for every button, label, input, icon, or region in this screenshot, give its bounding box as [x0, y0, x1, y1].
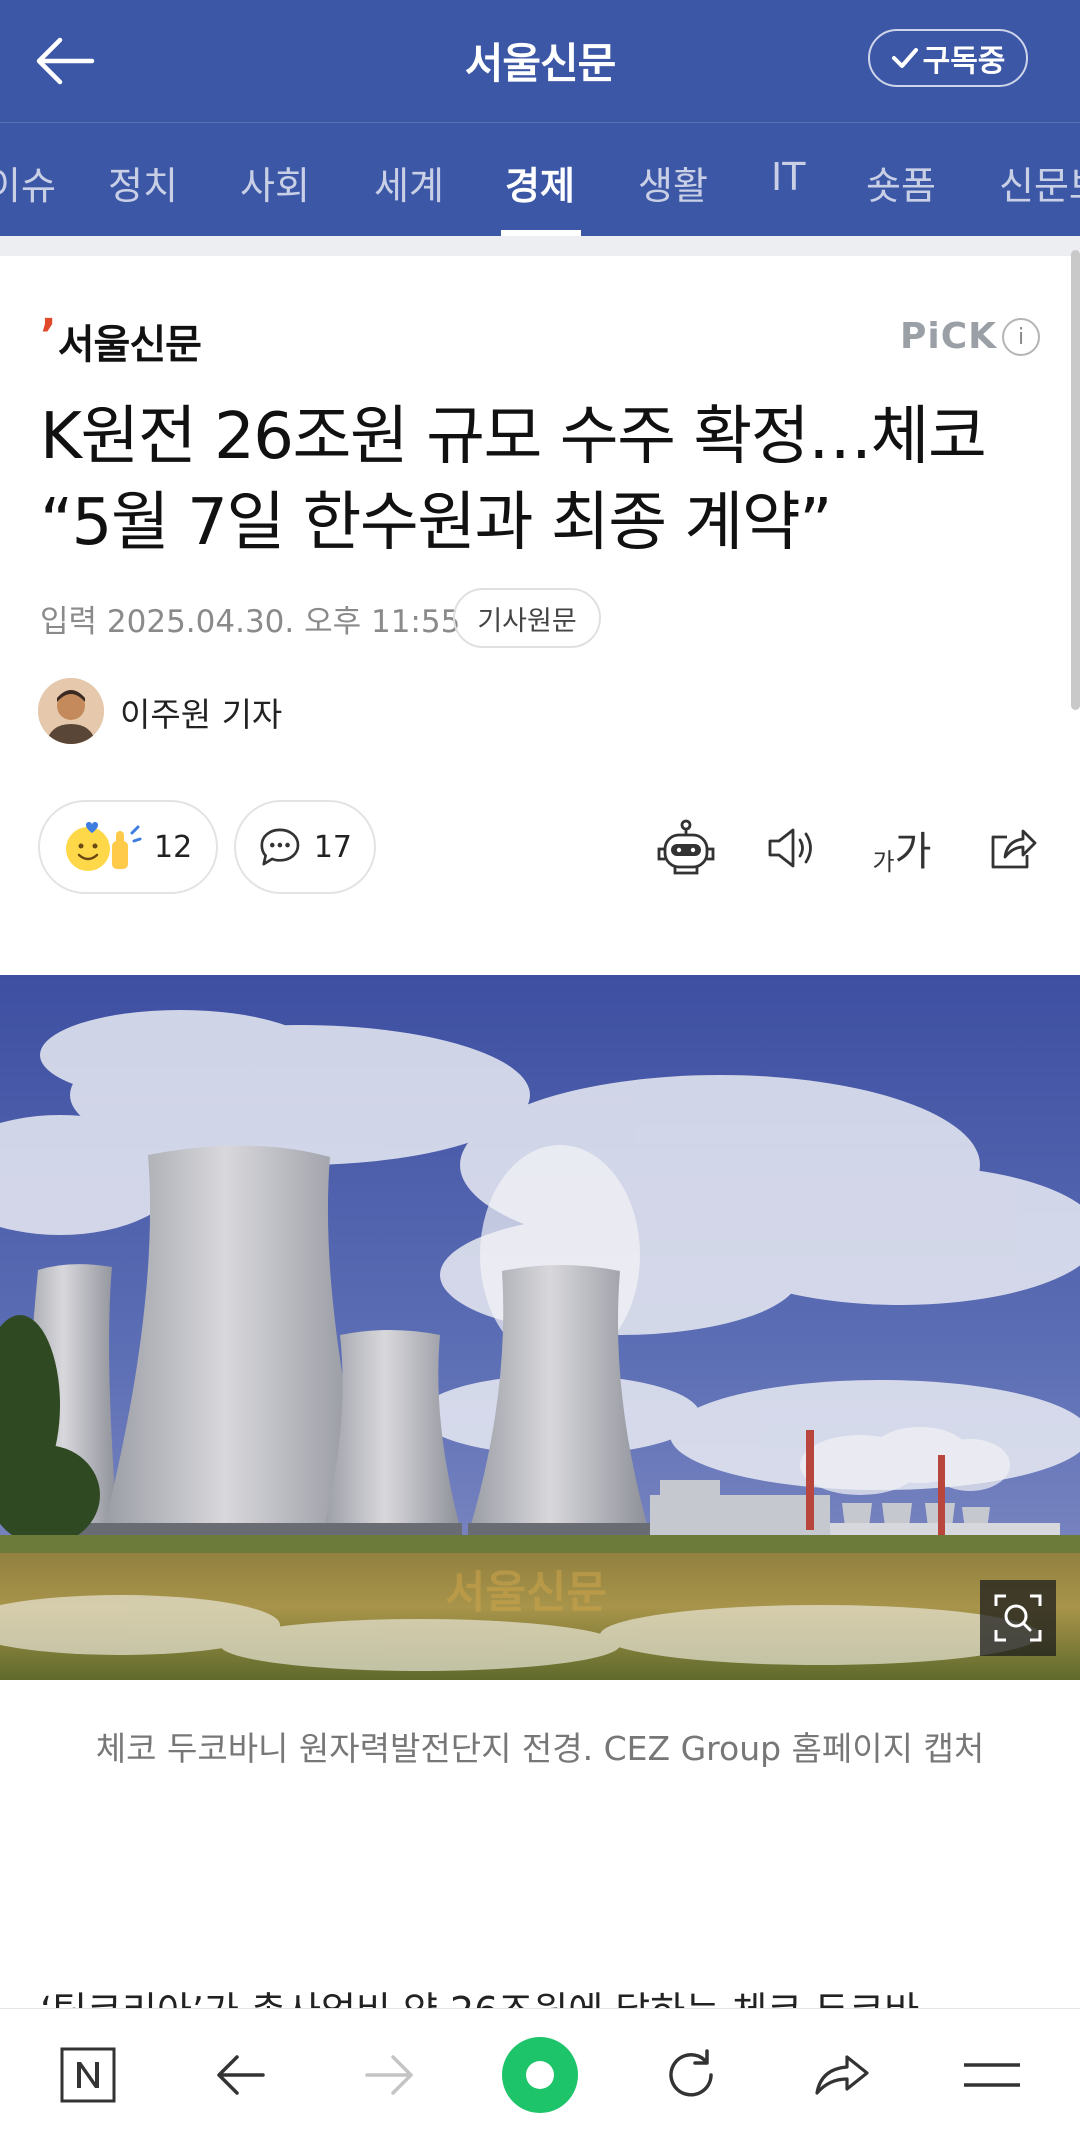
app-header: 서울신문 구독중: [0, 0, 1080, 122]
listen-button[interactable]: [756, 812, 828, 884]
logo-tick-mark: ’: [40, 310, 57, 361]
naver-n-icon: [60, 2047, 116, 2103]
text-size-large: 가: [894, 829, 932, 875]
text-size-small: 가: [872, 848, 895, 876]
press-name: 서울신문: [57, 322, 202, 368]
tab-issue[interactable]: 이슈: [0, 155, 56, 210]
tab-newspaper[interactable]: 신문보기: [999, 155, 1080, 210]
nav-back-button[interactable]: [200, 2035, 280, 2115]
robot-icon: [657, 819, 715, 875]
check-icon: [891, 48, 918, 68]
summary-bot-button[interactable]: [650, 812, 722, 884]
tab-world[interactable]: 세계: [374, 155, 444, 210]
browser-bottom-nav: [0, 2008, 1080, 2141]
hamburger-menu-icon: [964, 2063, 1020, 2087]
tab-economy[interactable]: 경제: [505, 155, 575, 210]
refresh-icon: [669, 2049, 713, 2097]
speech-bubble-icon: [260, 828, 300, 866]
arrow-right-icon: [365, 2055, 413, 2095]
press-logo[interactable]: ’서울신문: [40, 310, 202, 370]
share-article-button[interactable]: [976, 812, 1048, 884]
tab-it[interactable]: IT: [771, 155, 805, 199]
tab-politics[interactable]: 정치: [108, 155, 178, 210]
nav-share-button[interactable]: [802, 2035, 882, 2115]
article-headline: K원전 26조원 규모 수주 확정…체코 “5월 7일 한수원과 최종 계약”: [40, 400, 987, 560]
text-size-icon: 가 가: [873, 819, 932, 877]
tab-life[interactable]: 생활: [638, 155, 708, 210]
reaction-button[interactable]: 12: [38, 800, 218, 894]
divider: [0, 236, 1080, 256]
comment-button[interactable]: 17: [234, 800, 376, 894]
zoom-image-button[interactable]: [980, 1580, 1056, 1656]
green-dot-icon: [502, 2037, 578, 2113]
subscribe-button[interactable]: 구독중: [868, 29, 1028, 87]
original-article-button[interactable]: 기사원문: [453, 588, 601, 648]
info-icon[interactable]: i: [1002, 318, 1040, 356]
article-photo[interactable]: 서울신문: [0, 975, 1080, 1680]
tab-society[interactable]: 사회: [240, 155, 310, 210]
green-home-button[interactable]: [500, 2035, 580, 2115]
pick-badge: PiCK: [900, 316, 998, 357]
emoji-reaction-icon: [66, 822, 142, 871]
published-time: 입력 2025.04.30. 오후 11:55: [40, 604, 461, 640]
tab-shortform[interactable]: 숏폼: [866, 155, 936, 210]
naver-home-button[interactable]: [48, 2035, 128, 2115]
reporter-avatar[interactable]: [38, 678, 104, 744]
scrollbar[interactable]: [1071, 250, 1080, 710]
section-tabs: 이슈 정치 사회 세계 경제 생활 IT 숏폼 신문보기: [0, 122, 1080, 237]
text-size-button[interactable]: 가 가: [862, 812, 942, 884]
nuclear-plant-image: 서울신문: [0, 975, 1080, 1680]
arrow-left-icon: [217, 2055, 265, 2095]
share-icon: [991, 829, 1037, 869]
image-zoom-icon: [994, 1594, 1042, 1642]
photo-caption: 체코 두코바니 원자력발전단지 전경. CEZ Group 홈페이지 캡처: [95, 1729, 985, 1768]
photo-watermark: 서울신문: [445, 1567, 607, 1618]
comment-count: 17: [313, 829, 352, 865]
reaction-count: 12: [154, 829, 193, 865]
speaker-icon: [768, 828, 812, 868]
refresh-button[interactable]: [651, 2035, 731, 2115]
reporter-name[interactable]: 이주원 기자: [120, 688, 282, 736]
subscribe-label: 구독중: [922, 44, 1006, 79]
nav-forward-button[interactable]: [350, 2035, 430, 2115]
share-arrow-icon: [815, 2055, 869, 2095]
menu-button[interactable]: [952, 2035, 1032, 2115]
reporter-photo: [38, 678, 104, 744]
